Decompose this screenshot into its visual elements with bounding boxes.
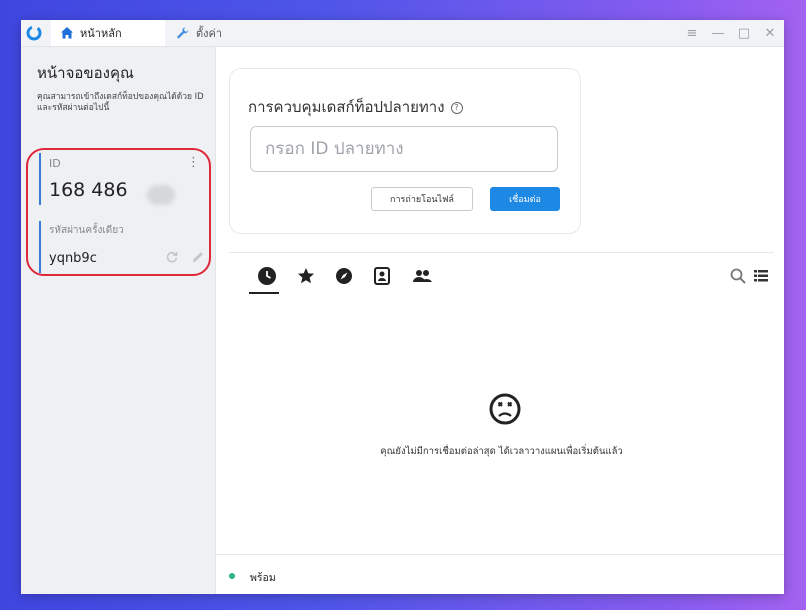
status-bar: พร้อม (216, 554, 784, 594)
tab-home[interactable]: หน้าหลัก (51, 20, 165, 46)
peer-tabs (229, 264, 774, 294)
app-logo-icon (26, 25, 42, 41)
remote-control-card: การควบคุมเดสก์ท็อปปลายทาง? การถ่ายโอนไฟล… (229, 68, 581, 234)
tab-settings-label: ตั้งค่า (196, 27, 223, 40)
empty-state-message: คุณยังไม่มีการเชื่อมต่อล่าสุด ได้เวลาวาง… (380, 446, 623, 457)
section-divider (229, 252, 774, 253)
highlight-outline (26, 148, 211, 276)
connect-button[interactable]: เชื่อมต่อ (490, 187, 560, 211)
address-book-icon[interactable] (370, 264, 394, 288)
tab-settings[interactable]: ตั้งค่า (167, 20, 247, 46)
maximize-icon[interactable]: □ (733, 20, 755, 46)
remote-id-input[interactable] (250, 126, 558, 172)
remote-control-title-text: การควบคุมเดสก์ท็อปปลายทาง (248, 98, 445, 116)
search-icon[interactable] (726, 264, 750, 288)
remote-control-title: การควบคุมเดสก์ท็อปปลายทาง? (248, 95, 463, 119)
app-window: หน้าหลัก ตั้งค่า ≡ — □ ✕ หน้าจอของคุณ คุ… (21, 20, 784, 594)
sidebar-title: หน้าจอของคุณ (37, 64, 134, 82)
sad-face-icon (488, 392, 522, 430)
title-bar: หน้าหลัก ตั้งค่า ≡ — □ ✕ (21, 20, 784, 47)
compass-icon[interactable] (332, 264, 356, 288)
status-text: พร้อม (250, 572, 276, 584)
recent-icon[interactable] (249, 264, 279, 294)
home-icon (60, 26, 74, 40)
wrench-icon (176, 26, 190, 40)
star-icon[interactable] (294, 264, 318, 288)
minimize-icon[interactable]: — (707, 20, 729, 46)
help-icon[interactable]: ? (450, 101, 463, 114)
group-icon[interactable] (410, 264, 434, 288)
close-icon[interactable]: ✕ (759, 20, 781, 46)
sidebar-description: คุณสามารถเข้าถึงเดสก์ท็อปของคุณได้ด้วย I… (37, 92, 204, 113)
file-transfer-button[interactable]: การถ่ายโอนไฟล์ (371, 187, 473, 211)
menu-icon[interactable]: ≡ (681, 20, 703, 46)
list-view-icon[interactable] (749, 264, 773, 288)
status-dot-icon (229, 573, 235, 579)
tab-home-label: หน้าหลัก (80, 27, 122, 40)
sidebar: หน้าจอของคุณ คุณสามารถเข้าถึงเดสก์ท็อปขอ… (21, 47, 216, 594)
